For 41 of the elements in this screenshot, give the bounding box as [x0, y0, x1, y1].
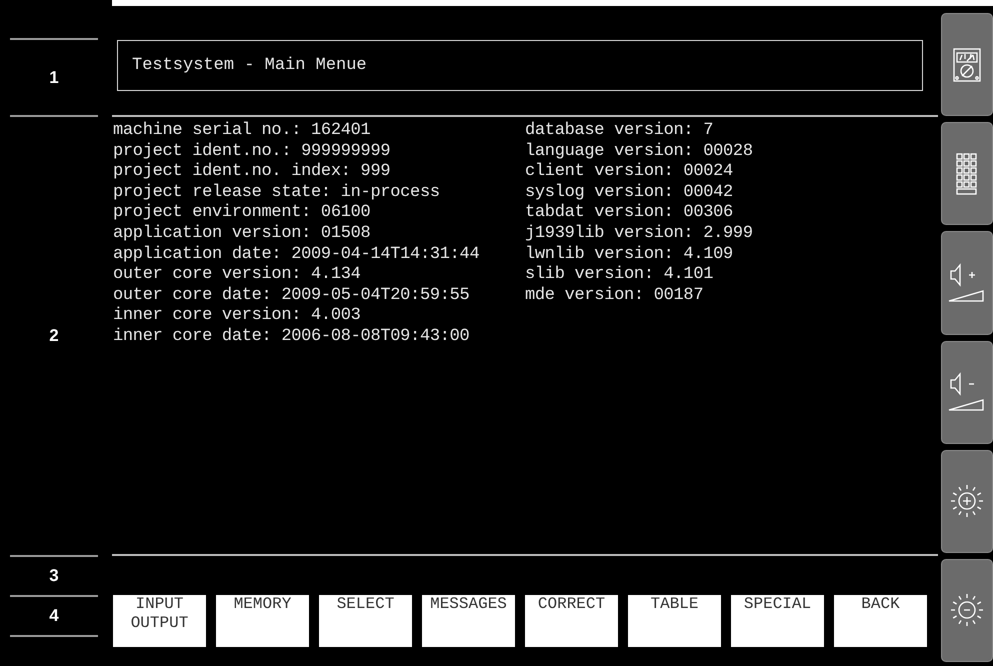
info-line: project release state: in-process: [113, 182, 441, 204]
side-button[interactable]: [941, 340, 993, 444]
info-line: client version: 00024: [525, 162, 734, 183]
info-line: j1939lib version: 2.999: [525, 224, 754, 245]
row-number: 3: [49, 566, 59, 586]
keypad-icon: [955, 152, 979, 196]
screen-title: Testsystem - Main Menue: [132, 56, 367, 75]
info-line: database version: 7: [525, 121, 714, 142]
info-line: lwnlib version: 4.109: [525, 244, 734, 266]
softkey[interactable]: SPECIAL: [731, 595, 824, 647]
info-line: inner core date: 2006-08-08T09:43:00: [113, 326, 470, 348]
row-number: 4: [49, 606, 59, 626]
info-line: mde version: 00187: [525, 286, 704, 306]
side-button[interactable]: [941, 231, 993, 335]
softkey[interactable]: CORRECT: [525, 595, 618, 647]
row-number: 1: [49, 68, 59, 88]
info-line: syslog version: 00042: [525, 182, 734, 204]
info-line: language version: 00028: [525, 142, 754, 162]
softkey[interactable]: BACK: [834, 595, 927, 647]
info-line: inner core version: 4.003: [113, 306, 362, 327]
softkey[interactable]: TABLE: [628, 595, 721, 647]
softkey[interactable]: MEMORY: [216, 595, 309, 647]
info-line: project ident.no.: 999999999: [113, 142, 392, 162]
softkey[interactable]: MESSAGES: [422, 595, 515, 647]
softkey[interactable]: INPUT OUTPUT: [113, 595, 206, 647]
meter-icon: [952, 46, 982, 83]
side-button[interactable]: [941, 450, 993, 553]
info-line: project ident.no. index: 999: [113, 162, 392, 183]
info-line: outer core date: 2009-05-04T20:59:55: [113, 286, 470, 306]
info-line: outer core version: 4.134: [113, 265, 362, 286]
info-line: project environment: 06100: [113, 203, 372, 224]
side-button[interactable]: [941, 13, 993, 116]
info-line: application date: 2009-04-14T14:31:44: [113, 244, 480, 266]
info-line: application version: 01508: [113, 224, 372, 245]
softkey[interactable]: SELECT: [319, 595, 412, 647]
info-line: machine serial no.: 162401: [113, 121, 372, 142]
side-button[interactable]: [941, 558, 993, 662]
side-button[interactable]: [941, 122, 993, 226]
info-line: tabdat version: 00306: [525, 203, 734, 224]
row-number: 2: [49, 326, 59, 346]
info-line: slib version: 4.101: [525, 265, 714, 286]
